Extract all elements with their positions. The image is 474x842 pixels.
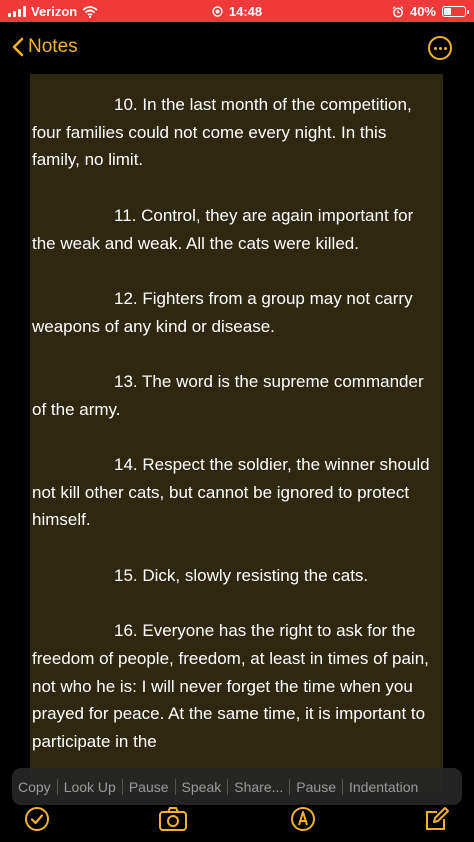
menu-item-look-up[interactable]: Look Up xyxy=(56,778,122,795)
battery-fill xyxy=(444,8,452,15)
alarm-icon xyxy=(392,5,404,17)
recording-icon xyxy=(212,6,223,17)
chevron-left-icon xyxy=(12,37,24,57)
more-dot xyxy=(438,46,442,50)
navigation-bar: Notes xyxy=(0,22,474,74)
note-paragraph: 14. Respect the soldier, the winner shou… xyxy=(32,455,430,530)
more-dot xyxy=(433,46,437,50)
more-options-button[interactable] xyxy=(428,36,452,60)
note-paragraph: 12. Fighters from a group may not carry … xyxy=(32,288,413,336)
menu-item-indentation[interactable]: Indentation xyxy=(341,778,424,795)
menu-item-pause[interactable]: Pause xyxy=(121,778,175,795)
menu-item-share[interactable]: Share... xyxy=(227,778,289,795)
more-dot xyxy=(443,46,447,50)
bottom-toolbar xyxy=(0,800,474,842)
note-paragraph: 15. Dick, slowly resisting the cats. xyxy=(114,565,369,585)
note-body[interactable]: 10. In the last month of the competition… xyxy=(32,91,436,783)
camera-icon[interactable] xyxy=(158,806,188,832)
battery-icon xyxy=(442,6,469,17)
battery-percent: 40% xyxy=(409,4,436,19)
status-right: 40% xyxy=(392,4,469,19)
menu-item-copy[interactable]: Copy xyxy=(12,779,57,795)
back-button-label: Notes xyxy=(28,36,78,57)
status-time: 14:48 xyxy=(228,4,263,19)
note-paragraph: 10. In the last month of the competition… xyxy=(32,95,412,170)
compose-icon[interactable] xyxy=(424,806,450,832)
status-bar: Verizon 14:48 40% xyxy=(0,0,474,22)
back-button[interactable]: Notes xyxy=(12,36,78,58)
menu-item-speak[interactable]: Speak xyxy=(174,778,228,795)
menu-item-pause-2[interactable]: Pause xyxy=(289,778,342,795)
markup-icon[interactable] xyxy=(290,806,316,832)
checklist-icon[interactable] xyxy=(24,806,50,832)
note-selection[interactable]: 10. In the last month of the competition… xyxy=(30,74,443,792)
note-paragraph: 13. The word is the supreme commander of… xyxy=(32,371,424,419)
note-paragraph: 16. Everyone has the right to ask for th… xyxy=(32,621,429,752)
note-paragraph: 11. Control, they are again important fo… xyxy=(32,205,414,253)
